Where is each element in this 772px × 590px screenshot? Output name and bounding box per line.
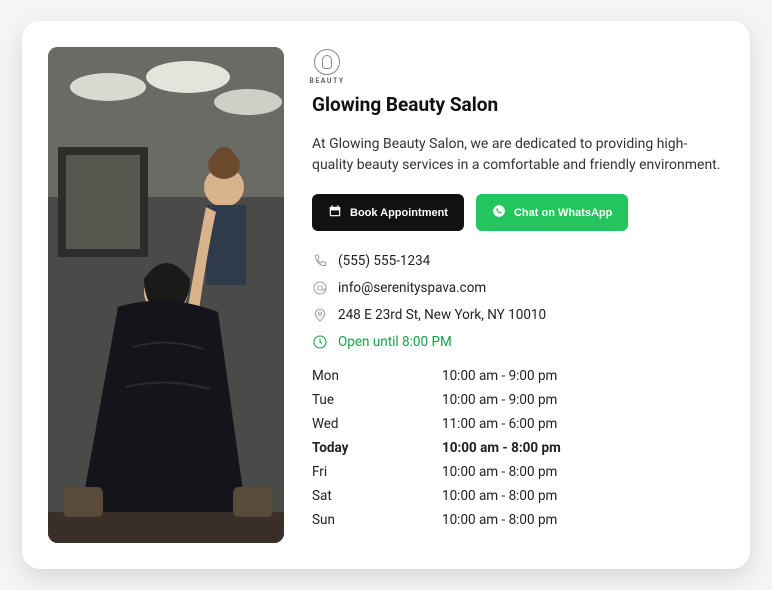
- email-icon: [312, 280, 328, 296]
- whatsapp-button-label: Chat on WhatsApp: [514, 207, 612, 219]
- content-column: BEAUTY Glowing Beauty Salon At Glowing B…: [312, 47, 724, 543]
- logo-text: BEAUTY: [309, 77, 344, 85]
- hours-time: 10:00 am - 8:00 pm: [442, 464, 724, 480]
- book-button-label: Book Appointment: [350, 207, 448, 219]
- address-text: 248 E 23rd St, New York, NY 10010: [338, 307, 546, 323]
- contact-list: (555) 555-1234 info@serenityspava.com 24…: [312, 253, 724, 350]
- hours-day: Sat: [312, 488, 442, 504]
- action-buttons: Book Appointment Chat on WhatsApp: [312, 194, 724, 231]
- open-status-text: Open until 8:00 PM: [338, 334, 452, 350]
- email-text: info@serenityspava.com: [338, 280, 486, 296]
- hours-time: 11:00 am - 6:00 pm: [442, 416, 724, 432]
- address-row[interactable]: 248 E 23rd St, New York, NY 10010: [312, 307, 724, 323]
- phone-icon: [312, 253, 328, 269]
- salon-photo: [48, 47, 284, 543]
- open-status-row: Open until 8:00 PM: [312, 334, 724, 350]
- hours-time: 10:00 am - 9:00 pm: [442, 368, 724, 384]
- business-logo: BEAUTY: [312, 47, 342, 87]
- hours-time: 10:00 am - 8:00 pm: [442, 512, 724, 528]
- clock-icon: [312, 334, 328, 350]
- location-icon: [312, 307, 328, 323]
- phone-row[interactable]: (555) 555-1234: [312, 253, 724, 269]
- hours-day: Tue: [312, 392, 442, 408]
- business-card: BEAUTY Glowing Beauty Salon At Glowing B…: [22, 21, 750, 569]
- hours-time: 10:00 am - 8:00 pm: [442, 440, 724, 456]
- hours-day: Today: [312, 440, 442, 456]
- book-appointment-button[interactable]: Book Appointment: [312, 194, 464, 231]
- email-row[interactable]: info@serenityspava.com: [312, 280, 724, 296]
- hours-time: 10:00 am - 8:00 pm: [442, 488, 724, 504]
- hours-day: Sun: [312, 512, 442, 528]
- business-title: Glowing Beauty Salon: [312, 93, 724, 116]
- calendar-icon: [328, 204, 342, 221]
- whatsapp-icon: [492, 204, 506, 221]
- business-description: At Glowing Beauty Salon, we are dedicate…: [312, 134, 722, 176]
- hours-day: Fri: [312, 464, 442, 480]
- phone-text: (555) 555-1234: [338, 253, 430, 269]
- hours-day: Mon: [312, 368, 442, 384]
- hours-time: 10:00 am - 9:00 pm: [442, 392, 724, 408]
- hours-table: Mon10:00 am - 9:00 pmTue10:00 am - 9:00 …: [312, 368, 724, 528]
- hours-day: Wed: [312, 416, 442, 432]
- whatsapp-button[interactable]: Chat on WhatsApp: [476, 194, 628, 231]
